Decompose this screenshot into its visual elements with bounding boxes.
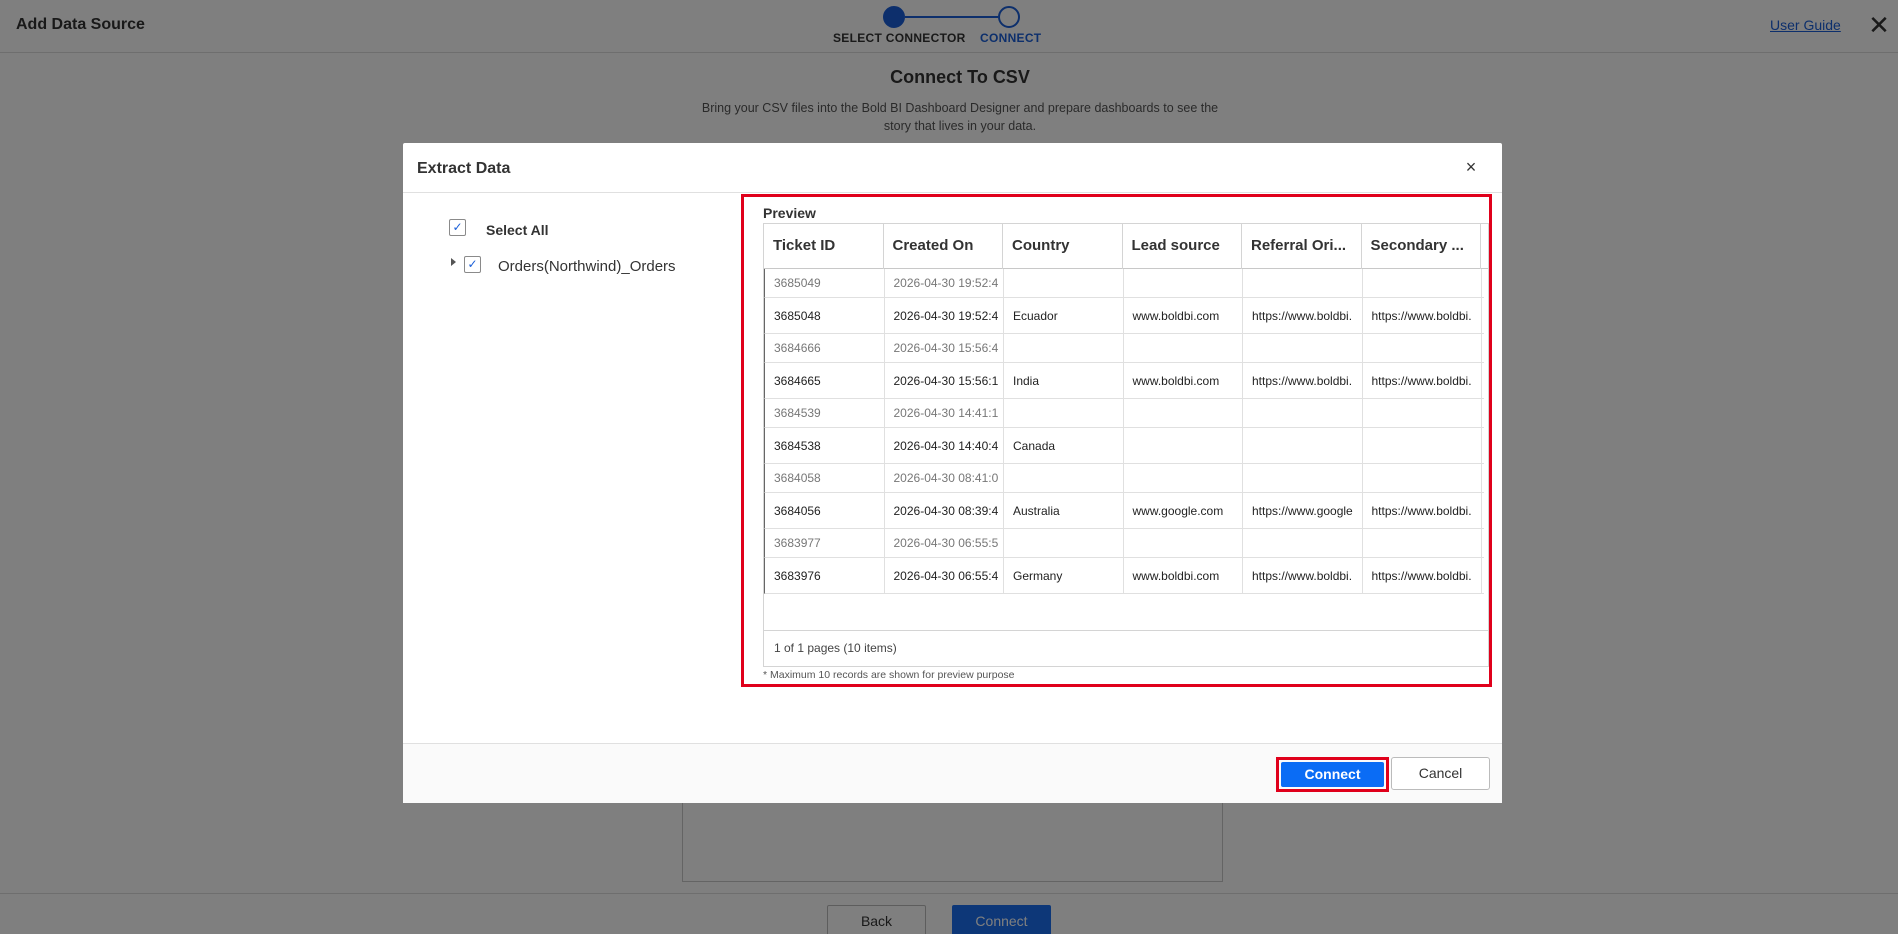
table-cell: www.boldbi.com xyxy=(1124,558,1243,593)
extract-data-dialog: Extract Data × ✓ Select All ✓ Orders(Nor… xyxy=(403,143,1502,803)
column-header[interactable]: Secondary ... xyxy=(1362,224,1481,269)
table-cell: www.google.com xyxy=(1124,493,1243,528)
table-cell xyxy=(1363,399,1482,427)
table-row[interactable]: 3684056 2026-04-30 08:39:4 Australia www.go… xyxy=(764,493,1484,529)
connect-button-highlight: Connect xyxy=(1276,757,1389,792)
table-cell: 3683977 xyxy=(765,529,885,557)
table-cell xyxy=(1243,399,1363,427)
table-tree: ✓ Select All ✓ Orders(Northwind)_Orders xyxy=(403,193,733,743)
table-cell: 3685048 xyxy=(765,298,885,333)
table-cell: 2026-04-30 08:39:4 xyxy=(885,493,1004,528)
table-cell: 3684058 xyxy=(765,464,885,492)
dialog-close-icon[interactable]: × xyxy=(1461,157,1481,177)
table-cell: 2026-04-30 14:40:4 xyxy=(885,428,1004,463)
table-cell xyxy=(1004,464,1124,492)
table-cell xyxy=(1363,334,1482,362)
table-cell: https://www.boldbi. xyxy=(1363,298,1482,333)
table-cell: https://www.boldbi. xyxy=(1243,558,1363,593)
column-header[interactable]: Ticket ID xyxy=(764,224,884,269)
table-cell: Australia xyxy=(1004,493,1124,528)
column-header[interactable]: Referral Ori... xyxy=(1242,224,1362,269)
dialog-header: Extract Data × xyxy=(403,143,1502,193)
table-cell xyxy=(1363,269,1482,297)
table-cell xyxy=(1124,529,1243,557)
table-cell: https://www.boldbi. xyxy=(1363,493,1482,528)
table-cell: 3684666 xyxy=(765,334,885,362)
table-node-label[interactable]: Orders(Northwind)_Orders xyxy=(498,258,676,275)
table-cell xyxy=(1363,464,1482,492)
table-cell xyxy=(1243,464,1363,492)
pager-divider xyxy=(764,630,1488,631)
table-cell xyxy=(1124,334,1243,362)
table-cell xyxy=(1243,269,1363,297)
table-row[interactable]: 3683976 2026-04-30 06:55:4 Germany www.bold… xyxy=(764,558,1484,594)
table-cell xyxy=(1124,399,1243,427)
table-cell: 3684538 xyxy=(765,428,885,463)
table-cell: 2026-04-30 15:56:4 xyxy=(885,334,1004,362)
table-cell: https://www.google xyxy=(1243,493,1363,528)
grid-header: Ticket ID Created On Country Lead source… xyxy=(764,224,1488,269)
table-row[interactable]: 3684666 2026-04-30 15:56:4 xyxy=(764,334,1484,363)
table-cell xyxy=(1124,269,1243,297)
preview-title: Preview xyxy=(763,205,816,221)
expand-arrow-icon[interactable] xyxy=(451,258,456,266)
table-cell: 2026-04-30 08:41:0 xyxy=(885,464,1004,492)
table-row[interactable]: 3685049 2026-04-30 19:52:4 xyxy=(764,269,1484,298)
table-node-checkbox[interactable]: ✓ xyxy=(464,256,481,273)
table-row[interactable]: 3685048 2026-04-30 19:52:4 Ecuador www.bold… xyxy=(764,298,1484,334)
table-cell: 3684665 xyxy=(765,363,885,398)
select-all-label[interactable]: Select All xyxy=(486,222,549,238)
preview-footnote: * Maximum 10 records are shown for previ… xyxy=(763,669,1015,681)
table-cell: India xyxy=(1004,363,1124,398)
table-cell: https://www.boldbi. xyxy=(1243,363,1363,398)
dialog-title: Extract Data xyxy=(417,160,511,177)
table-cell xyxy=(1004,269,1124,297)
cancel-button[interactable]: Cancel xyxy=(1391,757,1490,790)
table-cell: www.boldbi.com xyxy=(1124,363,1243,398)
column-header[interactable]: Lead source xyxy=(1123,224,1242,269)
table-row[interactable]: 3684539 2026-04-30 14:41:1 xyxy=(764,399,1484,428)
table-cell: 2026-04-30 19:52:4 xyxy=(885,269,1004,297)
table-cell xyxy=(1124,464,1243,492)
preview-panel: Preview Ticket ID Created On Country Lea… xyxy=(741,194,1492,687)
table-cell xyxy=(1243,334,1363,362)
table-cell xyxy=(1243,529,1363,557)
table-cell: 2026-04-30 14:41:1 xyxy=(885,399,1004,427)
table-cell xyxy=(1363,529,1482,557)
table-cell xyxy=(1004,529,1124,557)
table-cell: 2026-04-30 19:52:4 xyxy=(885,298,1004,333)
dialog-footer: Connect Cancel xyxy=(403,743,1502,803)
table-row[interactable]: 3684058 2026-04-30 08:41:0 xyxy=(764,464,1484,493)
table-cell: www.boldbi.com xyxy=(1124,298,1243,333)
table-cell: Canada xyxy=(1004,428,1124,463)
table-cell: Germany xyxy=(1004,558,1124,593)
connect-button[interactable]: Connect xyxy=(1281,762,1384,787)
table-cell: Ecuador xyxy=(1004,298,1124,333)
table-cell: https://www.boldbi. xyxy=(1363,558,1482,593)
table-cell xyxy=(1004,334,1124,362)
table-cell: 3685049 xyxy=(765,269,885,297)
table-cell: 3684056 xyxy=(765,493,885,528)
table-cell: https://www.boldbi. xyxy=(1363,363,1482,398)
table-cell xyxy=(1363,428,1482,463)
table-cell xyxy=(1124,428,1243,463)
grid-body: 3685049 2026-04-30 19:52:4 3685048 2026-04-… xyxy=(764,269,1484,594)
table-cell: 2026-04-30 15:56:1 xyxy=(885,363,1004,398)
column-header[interactable]: Country xyxy=(1003,224,1123,269)
table-cell: 2026-04-30 06:55:5 xyxy=(885,529,1004,557)
table-cell: 3684539 xyxy=(765,399,885,427)
select-all-checkbox[interactable]: ✓ xyxy=(449,219,466,236)
table-row[interactable]: 3683977 2026-04-30 06:55:5 xyxy=(764,529,1484,558)
table-cell: https://www.boldbi. xyxy=(1243,298,1363,333)
table-row[interactable]: 3684665 2026-04-30 15:56:1 India www.boldbi… xyxy=(764,363,1484,399)
table-cell: 2026-04-30 06:55:4 xyxy=(885,558,1004,593)
column-header[interactable]: Created On xyxy=(884,224,1003,269)
table-cell xyxy=(1243,428,1363,463)
pager-info: 1 of 1 pages (10 items) xyxy=(774,641,897,655)
table-row[interactable]: 3684538 2026-04-30 14:40:4 Canada xyxy=(764,428,1484,464)
preview-grid: Ticket ID Created On Country Lead source… xyxy=(763,223,1489,667)
table-cell xyxy=(1004,399,1124,427)
table-cell: 3683976 xyxy=(765,558,885,593)
